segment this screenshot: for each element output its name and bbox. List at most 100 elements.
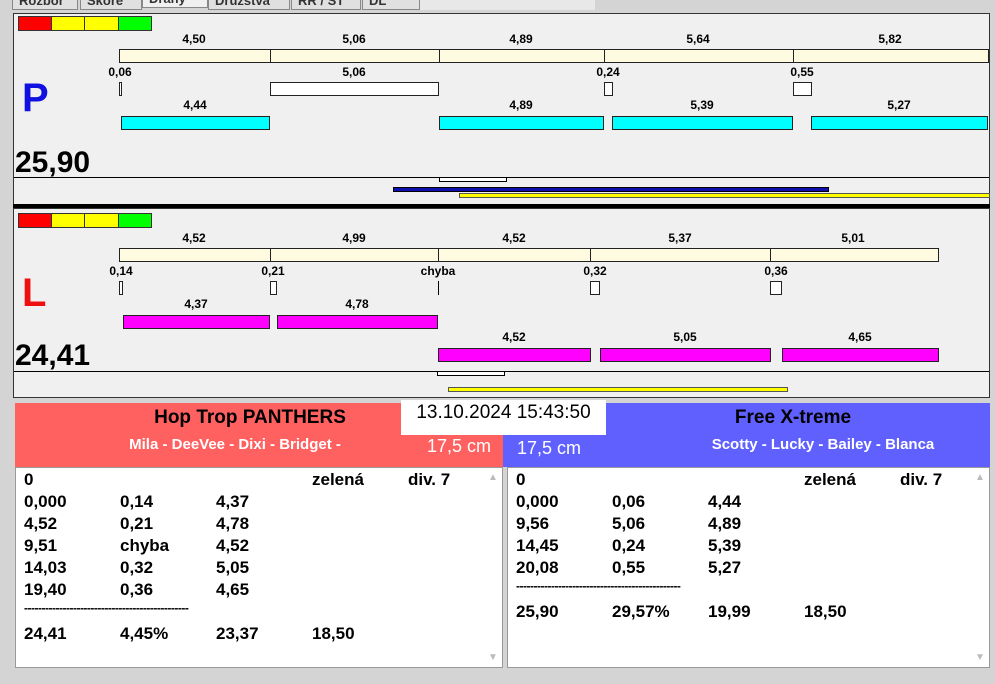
team-dogs: Scotty - Lucky - Bailey - Blanca — [711, 436, 935, 453]
time-bar — [438, 248, 591, 262]
run-label: 5,27 — [887, 98, 911, 112]
time-label: 5,82 — [878, 32, 902, 46]
reaction-label: 0,32 — [583, 264, 607, 278]
progress-bar-yellow — [448, 387, 788, 392]
time-bar — [270, 49, 440, 63]
reaction-label: 0,55 — [790, 65, 814, 79]
status-green — [118, 16, 152, 31]
run-label: 4,52 — [502, 330, 526, 344]
run-label: 4,44 — [183, 98, 207, 112]
separator: ----------------------------------------… — [24, 601, 189, 615]
run-bar — [612, 116, 793, 130]
cell: div. 7 — [408, 470, 451, 489]
lane-p-panel: 4,50 5,06 4,89 5,64 5,82 0,06 5,06 0,24 … — [13, 13, 990, 205]
tab-dl[interactable]: DL — [362, 0, 420, 10]
timeline-marker — [439, 177, 507, 182]
progress-bar-yellow — [459, 193, 990, 198]
tab-strip-filler — [420, 0, 595, 10]
lane-total: 25,90 — [15, 146, 91, 179]
separator: ----------------------------------------… — [516, 579, 681, 593]
tab-rozbor[interactable]: Rozbor — [12, 0, 78, 10]
time-bar — [119, 248, 271, 262]
reaction-bar — [590, 281, 600, 295]
lane-l-panel: 4,52 4,99 4,52 5,37 5,01 0,14 0,21 chyba… — [13, 208, 990, 398]
time-bar — [770, 248, 939, 262]
reaction-label: 0,36 — [764, 264, 788, 278]
tab-skore[interactable]: Skóre — [80, 0, 142, 10]
cell: zelená — [804, 470, 856, 489]
reaction-label: 5,06 — [342, 65, 366, 79]
scroll-up-icon[interactable]: ▲ — [488, 472, 498, 483]
reaction-bar — [270, 82, 439, 96]
time-label: 4,99 — [342, 231, 366, 245]
cell: div. 7 — [900, 470, 943, 489]
left-results-list[interactable]: 0 zelená div. 7 0,000 0,14 4,37 4,52 0,21 4,78… — [15, 467, 503, 668]
status-yellow — [84, 16, 119, 31]
time-bar — [439, 49, 605, 63]
reaction-label: 0,21 — [261, 264, 285, 278]
reaction-bar — [119, 82, 122, 96]
run-bar — [811, 116, 988, 130]
status-red — [18, 16, 52, 31]
team-name: Free X-treme — [734, 407, 852, 428]
reaction-bar — [119, 281, 123, 295]
time-label: 5,06 — [342, 32, 366, 46]
team-height: 17,5 cm — [426, 436, 491, 456]
tab-drahy[interactable]: Dráhy — [142, 0, 208, 8]
run-bar — [439, 116, 604, 130]
run-label: 4,65 — [848, 330, 872, 344]
team-height: 17,5 cm — [517, 438, 582, 458]
run-label: 4,89 — [509, 98, 533, 112]
reaction-bar — [604, 82, 613, 96]
status-yellow — [84, 213, 119, 228]
scroll-up-icon[interactable]: ▲ — [975, 472, 985, 483]
cell: 0 — [516, 470, 526, 489]
time-label: 5,64 — [686, 32, 710, 46]
tab-druzstva[interactable]: Družstva — [208, 0, 290, 10]
reaction-bar — [793, 82, 812, 96]
tab-rr-st[interactable]: RR / ST — [291, 0, 361, 10]
status-yellow — [51, 16, 85, 31]
cell: zelená — [312, 470, 364, 489]
reaction-bar — [270, 281, 277, 295]
time-bar — [793, 49, 989, 63]
time-bar — [604, 49, 794, 63]
run-label: 5,05 — [673, 330, 697, 344]
run-label: 4,78 — [345, 297, 369, 311]
run-label: 5,39 — [690, 98, 714, 112]
status-green — [118, 213, 152, 228]
time-label: 4,52 — [182, 231, 206, 245]
time-label: 4,52 — [502, 231, 526, 245]
team-dogs: Mila - DeeVee - Dixi - Bridget - — [129, 436, 341, 453]
run-bar — [600, 348, 771, 362]
scrollbar[interactable]: ▲ ▼ — [971, 470, 987, 665]
time-label: 5,01 — [841, 231, 865, 245]
scroll-down-icon[interactable]: ▼ — [488, 652, 498, 663]
scrollbar[interactable]: ▲ ▼ — [484, 470, 500, 665]
scroll-down-icon[interactable]: ▼ — [975, 652, 985, 663]
progress-bar-blue — [393, 187, 829, 192]
run-bar — [121, 116, 270, 130]
time-label: 4,50 — [182, 32, 206, 46]
reaction-label: 0,06 — [108, 65, 132, 79]
time-label: 4,89 — [509, 32, 533, 46]
time-bar — [590, 248, 771, 262]
datetime: 13.10.2024 15:43:50 — [401, 400, 606, 435]
run-bar — [438, 348, 591, 362]
status-yellow — [51, 213, 85, 228]
timeline-marker — [437, 371, 505, 376]
lane-letter: L — [22, 271, 47, 315]
status-red — [18, 213, 52, 228]
reaction-label: 0,24 — [596, 65, 620, 79]
fault-marker — [438, 281, 439, 295]
reaction-label: chyba — [420, 264, 456, 278]
time-bar — [119, 49, 271, 63]
reaction-bar — [770, 281, 782, 295]
cell: 0 — [24, 470, 34, 489]
time-bar — [270, 248, 439, 262]
lane-letter: P — [22, 76, 49, 120]
lane-total: 24,41 — [15, 339, 91, 372]
reaction-label: 0,14 — [109, 264, 133, 278]
run-label: 4,37 — [184, 297, 208, 311]
right-results-list[interactable]: 0 zelená div. 7 0,000 0,06 4,44 9,56 5,06 4,89… — [507, 467, 990, 668]
